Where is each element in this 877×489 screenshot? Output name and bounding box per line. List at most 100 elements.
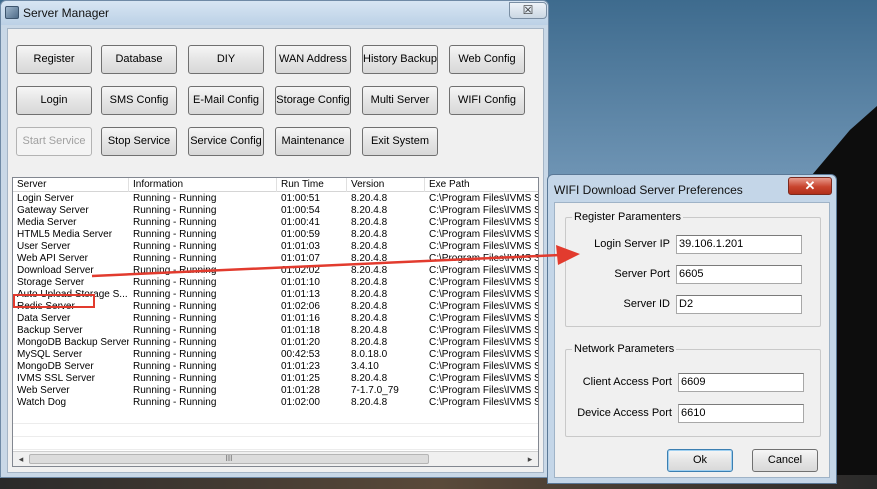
run-time-cell: 01:00:51 <box>281 193 320 204</box>
table-row[interactable]: Download Server Running - Running 01:02:02… <box>13 265 538 277</box>
email-config-button[interactable]: E-Mail Config <box>188 86 264 115</box>
column-header-information[interactable]: Information <box>129 178 277 192</box>
dialog-title: WIFI Download Server Preferences <box>554 183 743 197</box>
web-config-button[interactable]: Web Config <box>449 45 525 74</box>
server-port-field[interactable]: 6605 <box>676 265 802 284</box>
network-group-label: Network Parameters <box>572 343 677 355</box>
version-cell: 8.20.4.8 <box>351 397 388 408</box>
device-port-field[interactable]: 6610 <box>678 404 804 423</box>
table-row[interactable]: MongoDB Backup Server Running - Running 01… <box>13 337 538 349</box>
cancel-button[interactable]: Cancel <box>752 449 818 472</box>
table-row[interactable]: Gateway Server Running - Running 01:00:54 8… <box>13 205 538 217</box>
run-time-cell: 01:02:02 <box>281 265 320 276</box>
table-row[interactable]: Watch Dog Running - Running 01:02:00 8.20.4… <box>13 397 538 409</box>
dialog-close-button[interactable]: ✕ <box>788 177 832 195</box>
exe-path-cell: C:\Program Files\IVMS Se <box>429 289 539 300</box>
table-row[interactable]: User Server Running - Running 01:01:03 8.20… <box>13 241 538 253</box>
sms-config-button[interactable]: SMS Config <box>101 86 177 115</box>
server-id-field[interactable]: D2 <box>676 295 802 314</box>
server-cell: Storage Server <box>17 277 85 288</box>
server-cell: Web Server <box>17 385 70 396</box>
exe-path-cell: C:\Program Files\IVMS Se <box>429 313 539 324</box>
register-button[interactable]: Register <box>16 45 92 74</box>
information-cell: Running - Running <box>133 337 217 348</box>
table-row[interactable]: Web Server Running - Running 01:01:28 7-1.7… <box>13 385 538 397</box>
maintenance-button[interactable]: Maintenance <box>275 127 351 156</box>
server-cell: MongoDB Backup Server <box>17 337 129 348</box>
server-list[interactable]: Server Information Run Time Version Exe … <box>12 177 539 467</box>
horizontal-scrollbar[interactable]: ◂ III ▸ <box>13 451 538 466</box>
server-cell: IVMS SSL Server <box>17 373 95 384</box>
column-header-server[interactable]: Server <box>13 178 129 192</box>
column-header-version[interactable]: Version <box>347 178 425 192</box>
server-cell: Web API Server <box>17 253 88 264</box>
grid-line <box>13 423 538 424</box>
client-port-field[interactable]: 6609 <box>678 373 804 392</box>
table-row[interactable]: Data Server Running - Running 01:01:16 8.20… <box>13 313 538 325</box>
server-cell: Watch Dog <box>17 397 67 408</box>
start-service-button[interactable]: Start Service <box>16 127 92 156</box>
exe-path-cell: C:\Program Files\IVMS Se <box>429 349 539 360</box>
register-group-label: Register Paramenters <box>572 211 683 223</box>
exe-path-cell: C:\Program Files\IVMS Se <box>429 337 539 348</box>
exe-path-cell: C:\Program Files\IVMS Se <box>429 217 539 228</box>
information-cell: Running - Running <box>133 397 217 408</box>
version-cell: 8.20.4.8 <box>351 265 388 276</box>
login-ip-label: Login Server IP <box>594 238 670 250</box>
exe-path-cell: C:\Program Files\IVMS Se <box>429 361 539 372</box>
exe-path-cell: C:\Program Files\IVMS Se <box>429 301 539 312</box>
server-cell: Gateway Server <box>17 205 89 216</box>
list-header: Server Information Run Time Version Exe … <box>13 178 538 192</box>
storage-config-button[interactable]: Storage Config <box>275 86 351 115</box>
service-config-button[interactable]: Service Config <box>188 127 264 156</box>
table-row[interactable]: MySQL Server Running - Running 00:42:53 8.0… <box>13 349 538 361</box>
exit-system-button[interactable]: Exit System <box>362 127 438 156</box>
scroll-right-icon[interactable]: ▸ <box>523 453 537 465</box>
version-cell: 8.20.4.8 <box>351 217 388 228</box>
scroll-thumb[interactable]: III <box>29 454 429 464</box>
wan-address-button[interactable]: WAN Address <box>275 45 351 74</box>
title-bar[interactable]: Server Manager ☒ <box>1 1 548 25</box>
annotation-highlight-box <box>13 294 95 308</box>
run-time-cell: 01:00:54 <box>281 205 320 216</box>
scroll-left-icon[interactable]: ◂ <box>14 453 28 465</box>
database-button[interactable]: Database <box>101 45 177 74</box>
table-row[interactable]: Storage Server Running - Running 01:01:10 8… <box>13 277 538 289</box>
run-time-cell: 01:01:28 <box>281 385 320 396</box>
table-row[interactable]: Login Server Running - Running 01:00:51 8.2… <box>13 193 538 205</box>
table-row[interactable]: Web API Server Running - Running 01:01:07 8… <box>13 253 538 265</box>
login-button[interactable]: Login <box>16 86 92 115</box>
column-header-exe-path[interactable]: Exe Path <box>425 178 538 192</box>
information-cell: Running - Running <box>133 193 217 204</box>
exe-path-cell: C:\Program Files\IVMS Se <box>429 241 539 252</box>
table-row[interactable]: MongoDB Server Running - Running 01:01:23 3… <box>13 361 538 373</box>
table-row[interactable]: Backup Server Running - Running 01:01:18 8.… <box>13 325 538 337</box>
information-cell: Running - Running <box>133 253 217 264</box>
multi-server-button[interactable]: Multi Server <box>362 86 438 115</box>
history-backup-button[interactable]: History Backup <box>362 45 438 74</box>
table-row[interactable]: HTML5 Media Server Running - Running 01:00… <box>13 229 538 241</box>
wifi-config-button[interactable]: WIFI Config <box>449 86 525 115</box>
version-cell: 8.20.4.8 <box>351 193 388 204</box>
run-time-cell: 01:01:13 <box>281 289 320 300</box>
column-header-run-time[interactable]: Run Time <box>277 178 347 192</box>
information-cell: Running - Running <box>133 265 217 276</box>
ok-button[interactable]: Ok <box>667 449 733 472</box>
wifi-download-preferences-dialog: WIFI Download Server Preferences ✕ Regis… <box>547 174 837 484</box>
server-cell: HTML5 Media Server <box>17 229 113 240</box>
login-ip-field[interactable]: 39.106.1.201 <box>676 235 802 254</box>
table-row[interactable]: Media Server Running - Running 01:00:41 8.2… <box>13 217 538 229</box>
register-parameters-group: Register Paramenters Login Server IP 39.… <box>565 211 821 327</box>
information-cell: Running - Running <box>133 325 217 336</box>
exe-path-cell: C:\Program Files\IVMS Se <box>429 253 539 264</box>
stop-service-button[interactable]: Stop Service <box>101 127 177 156</box>
server-cell: Media Server <box>17 217 77 228</box>
diy-button[interactable]: DIY <box>188 45 264 74</box>
close-button[interactable]: ☒ <box>509 2 547 19</box>
exe-path-cell: C:\Program Files\IVMS Se <box>429 397 539 408</box>
app-icon <box>5 6 19 19</box>
table-row[interactable]: IVMS SSL Server Running - Running 01:01:25… <box>13 373 538 385</box>
version-cell: 8.20.4.8 <box>351 301 388 312</box>
run-time-cell: 01:00:41 <box>281 217 320 228</box>
server-cell: MySQL Server <box>17 349 83 360</box>
